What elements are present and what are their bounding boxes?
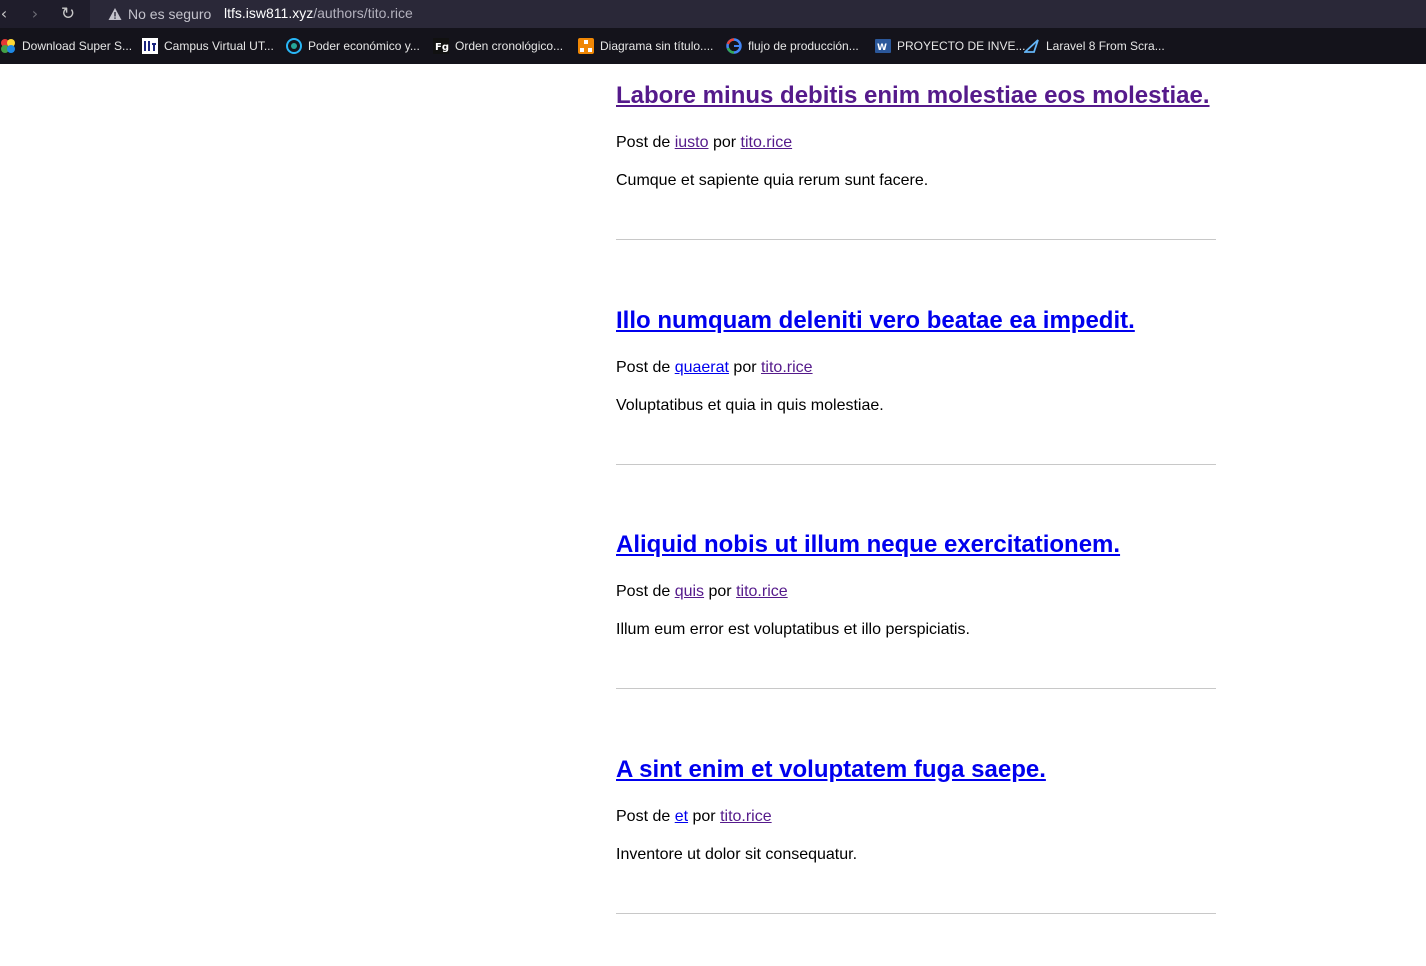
post-excerpt: Voluptatibus et quia in quis molestiae. [616, 396, 884, 414]
bookmark-label: Download Super S... [22, 39, 133, 53]
author-link[interactable]: tito.rice [741, 134, 793, 151]
url-text[interactable]: ltfs.isw811.xyz/authors/tito.rice [224, 5, 413, 21]
category-link[interactable]: quis [675, 583, 704, 600]
post-title: Illo numquam deleniti vero beatae ea imp… [616, 307, 1135, 335]
utn-logo-icon [142, 38, 158, 54]
meta-prefix: Post de [616, 134, 675, 151]
divider [616, 688, 1216, 689]
meta-by: por [708, 134, 741, 151]
bookmark-label: Laravel 8 From Scra... [1046, 39, 1165, 53]
post-title: A sint enim et voluptatem fuga saepe. [616, 756, 1046, 784]
post-title-link[interactable]: Illo numquam deleniti vero beatae ea imp… [616, 307, 1135, 334]
divider [616, 912, 1216, 914]
url-path: /authors/tito.rice [313, 5, 413, 21]
url-domain: ltfs.isw811.xyz [224, 5, 314, 21]
divider [616, 463, 1216, 465]
security-label[interactable]: No es seguro [128, 6, 211, 22]
warning-icon [108, 8, 122, 20]
post-item: A sint enim et voluptatem fuga saepe. Po… [616, 738, 1216, 963]
google-icon [726, 38, 742, 54]
laracasts-icon [1024, 39, 1039, 53]
meta-by: por [704, 583, 737, 600]
fg-icon: Fg [433, 38, 449, 54]
meta-by: por [688, 807, 721, 825]
post-item: Illo numquam deleniti vero beatae ea imp… [616, 289, 1216, 514]
diagram-icon [578, 38, 594, 54]
globe-icon [286, 38, 302, 54]
post-excerpt: Illum eum error est voluptatibus et illo… [616, 621, 970, 638]
author-link[interactable]: tito.rice [761, 359, 813, 376]
divider [616, 239, 1216, 240]
bookmarks-bar: Download Super S... Campus Virtual UT...… [0, 28, 1426, 64]
category-link[interactable]: iusto [675, 134, 709, 151]
post-meta: Post de quaerat por tito.rice [616, 359, 813, 377]
svg-text:W: W [877, 43, 887, 53]
post-item: Labore minus debitis enim molestiae eos … [616, 64, 1216, 289]
meta-prefix: Post de [616, 807, 675, 825]
post-excerpt: Cumque et sapiente quia rerum sunt facer… [616, 172, 929, 189]
post-item: Aliquid nobis ut illum neque exercitatio… [616, 513, 1216, 738]
bookmark-label: flujo de producción... [748, 39, 859, 53]
svg-text:Fg: Fg [435, 42, 449, 53]
bookmark-label: Diagrama sin título.... [600, 39, 714, 53]
meta-by: por [728, 358, 761, 376]
post-excerpt: Inventore ut dolor sit consequatur. [616, 845, 858, 863]
word-icon: W [875, 39, 891, 53]
post-title: Labore minus debitis enim molestiae eos … [616, 82, 1210, 110]
post-meta: Post de quis por tito.rice [616, 583, 788, 601]
author-link[interactable]: tito.rice [736, 583, 788, 600]
bookmark-label: PROYECTO DE INVE... [897, 39, 1026, 53]
post-meta: Post de iusto por tito.rice [616, 134, 792, 152]
category-link[interactable]: et [675, 808, 688, 825]
bookmark-label: Campus Virtual UT... [164, 39, 274, 53]
bookmark-label: Orden cronológico... [455, 39, 564, 53]
post-title: Aliquid nobis ut illum neque exercitatio… [616, 531, 1120, 559]
colorful-app-icon [1, 39, 15, 53]
post-title-link[interactable]: Aliquid nobis ut illum neque exercitatio… [616, 531, 1120, 558]
category-link[interactable]: quaerat [675, 359, 729, 376]
post-list: Labore minus debitis enim molestiae eos … [616, 64, 1216, 962]
forward-arrow-icon[interactable]: › [25, 4, 45, 24]
reload-icon[interactable]: ↻ [58, 4, 78, 24]
meta-prefix: Post de [616, 358, 675, 376]
meta-prefix: Post de [616, 583, 675, 600]
address-bar[interactable]: No es seguro ltfs.isw811.xyz/authors/tit… [90, 0, 1426, 28]
post-title-link[interactable]: Labore minus debitis enim molestiae eos … [616, 82, 1210, 109]
back-arrow-icon[interactable]: ‹ [0, 4, 14, 24]
post-meta: Post de et por tito.rice [616, 808, 772, 826]
author-link[interactable]: tito.rice [720, 808, 772, 825]
bookmark-label: Poder económico y... [308, 39, 420, 53]
post-title-link[interactable]: A sint enim et voluptatem fuga saepe. [616, 756, 1046, 783]
browser-toolbar: ‹ › ↻ No es seguro ltfs.isw811.xyz/autho… [0, 0, 1426, 28]
